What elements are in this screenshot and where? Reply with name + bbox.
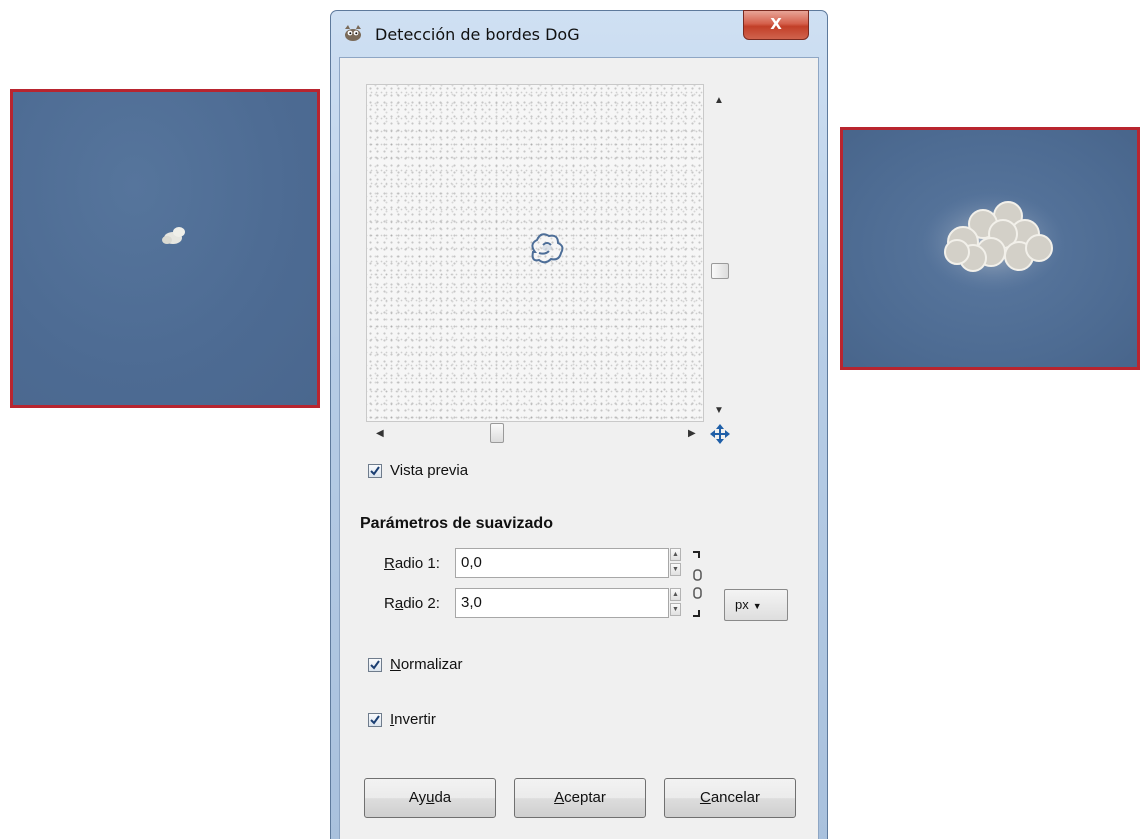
normalize-label: Normalizar: [390, 656, 463, 673]
normalize-checkbox[interactable]: [368, 657, 382, 672]
checkmark-icon: [370, 659, 380, 670]
normalize-toggle[interactable]: Normalizar: [368, 656, 463, 673]
cancel-button[interactable]: Cancelar: [664, 778, 796, 818]
photo-after: [840, 127, 1140, 370]
radius1-label: Radio 1:: [384, 555, 440, 572]
small-blob-graphic: [162, 227, 185, 244]
radius1-decrement-button[interactable]: ▼: [670, 563, 681, 576]
radius2-input[interactable]: 3,0: [455, 588, 669, 618]
preview-vertical-scrollbar[interactable]: ▲ ▼: [710, 88, 729, 422]
radius1-input[interactable]: 0,0: [455, 548, 669, 578]
navigate-move-icon[interactable]: [710, 424, 730, 444]
window-title: Detección de bordes DoG: [375, 25, 580, 44]
checkmark-icon: [370, 714, 380, 725]
vertical-scroll-thumb[interactable]: [711, 263, 729, 279]
edge-blob-preview: [531, 233, 564, 264]
horizontal-scroll-thumb[interactable]: [490, 423, 504, 443]
radius1-spinner[interactable]: ▲ ▼: [670, 548, 682, 578]
title-bar[interactable]: Detección de bordes DoG X: [331, 10, 827, 57]
preview-toggle[interactable]: Vista previa: [368, 462, 468, 479]
radius2-spinner[interactable]: ▲ ▼: [670, 588, 682, 618]
unit-value: px: [735, 597, 749, 612]
dog-edge-detect-dialog: Detección de bordes DoG X ▲ ▼ ◀ ▶ Vista …: [330, 10, 828, 839]
invert-checkbox[interactable]: [368, 712, 382, 727]
scroll-left-arrow-icon[interactable]: ◀: [376, 429, 384, 439]
preview-checkbox[interactable]: [368, 463, 382, 478]
radius2-decrement-button[interactable]: ▼: [670, 603, 681, 616]
scroll-right-arrow-icon[interactable]: ▶: [688, 429, 696, 439]
ok-button[interactable]: Aceptar: [514, 778, 646, 818]
radius1-increment-button[interactable]: ▲: [670, 548, 681, 561]
checkmark-icon: [370, 465, 380, 476]
preview-horizontal-scrollbar[interactable]: ◀ ▶: [370, 423, 704, 443]
scroll-up-arrow-icon[interactable]: ▲: [714, 96, 724, 106]
close-button[interactable]: X: [743, 10, 809, 40]
scroll-down-arrow-icon[interactable]: ▼: [714, 406, 724, 416]
blob-cluster-graphic: [921, 192, 1065, 292]
dropdown-arrow-icon: ▼: [752, 601, 762, 611]
invert-toggle[interactable]: Invertir: [368, 711, 436, 728]
gimp-wilber-icon: [345, 25, 361, 41]
radius2-label: Radio 2:: [384, 595, 440, 612]
unit-dropdown[interactable]: px ▼: [724, 589, 788, 621]
help-button[interactable]: Ayuda: [364, 778, 496, 818]
preview-canvas[interactable]: [366, 84, 704, 422]
invert-label: Invertir: [390, 711, 436, 728]
chain-link-icon[interactable]: [690, 550, 704, 620]
dialog-client-area: ▲ ▼ ◀ ▶ Vista previa Parámetros de suavi…: [339, 57, 819, 839]
smoothing-section-title: Parámetros de suavizado: [360, 515, 553, 532]
radius2-increment-button[interactable]: ▲: [670, 588, 681, 601]
preview-label: Vista previa: [390, 462, 469, 479]
photo-before: [10, 89, 320, 408]
